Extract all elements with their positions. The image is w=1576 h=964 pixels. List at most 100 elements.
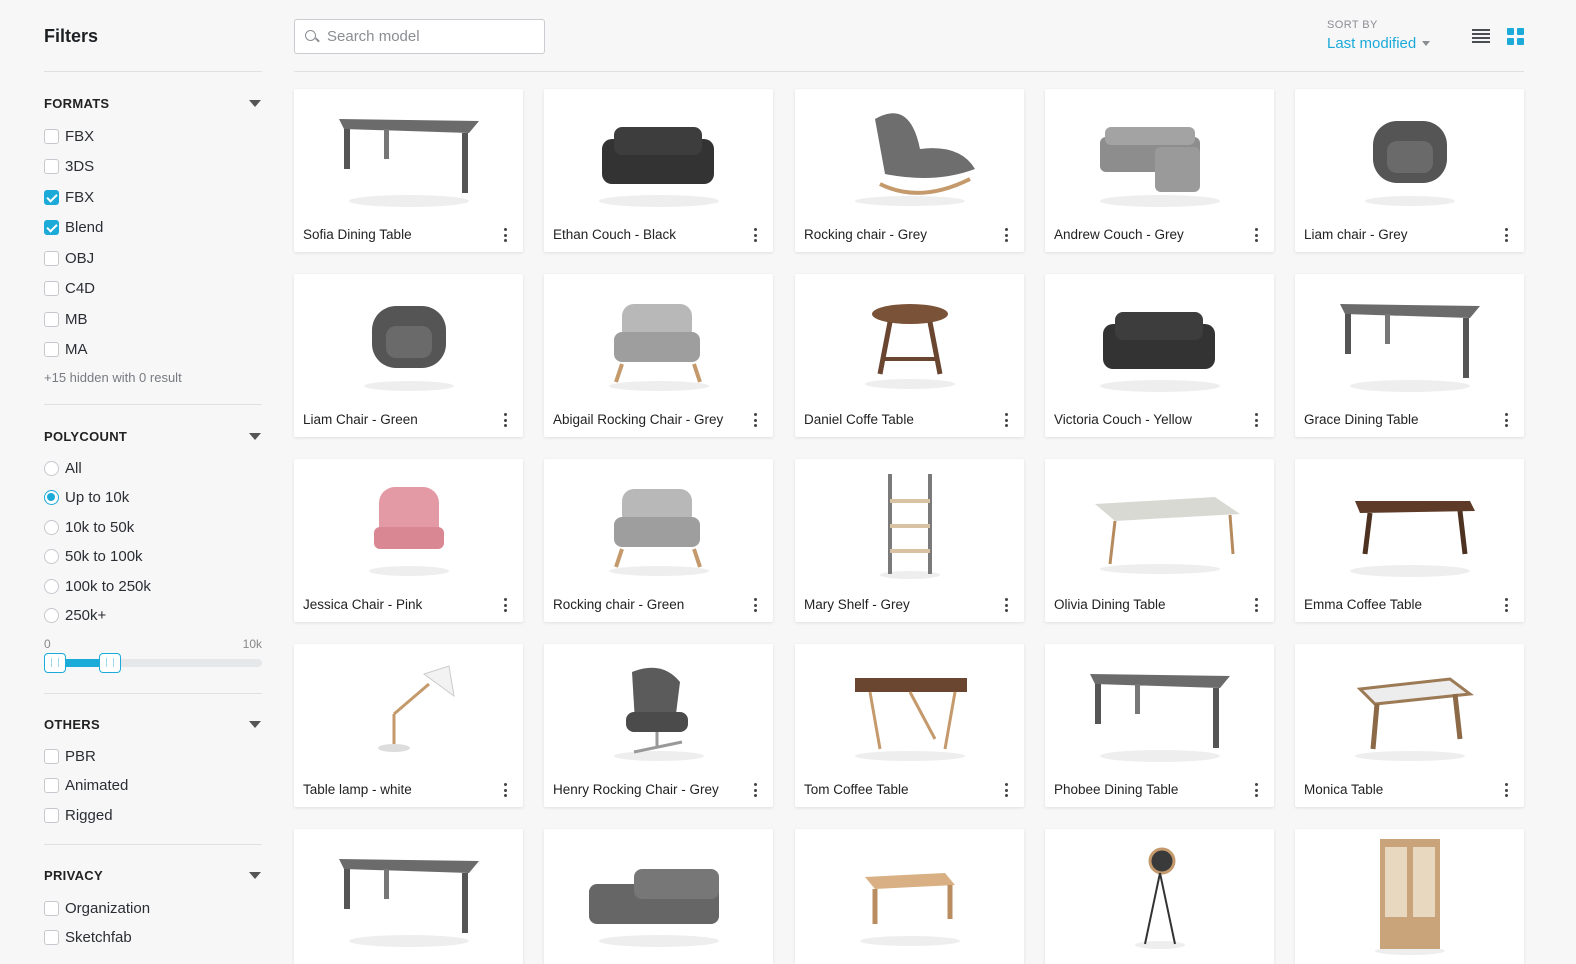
checkbox-option[interactable]: C4D — [44, 279, 95, 299]
model-card[interactable]: Emma Coffee Table — [1295, 459, 1524, 622]
model-name[interactable]: Jessica Chair - Pink — [303, 597, 422, 612]
model-card[interactable] — [294, 829, 523, 964]
caret-down-icon[interactable] — [249, 872, 261, 879]
checkbox-option[interactable]: Blend — [44, 218, 103, 238]
radio-button[interactable] — [44, 578, 59, 594]
model-name[interactable]: Monica Table — [1304, 782, 1383, 797]
checkbox-option[interactable]: Animated — [44, 776, 128, 796]
more-options-icon[interactable] — [1250, 227, 1262, 243]
checkbox[interactable] — [44, 748, 59, 764]
more-options-icon[interactable] — [749, 597, 761, 613]
search-box[interactable] — [294, 19, 545, 54]
model-card[interactable]: Rocking chair - Grey — [795, 89, 1024, 252]
checkbox[interactable] — [44, 900, 59, 916]
model-name[interactable]: Andrew Couch - Grey — [1054, 227, 1184, 242]
model-card[interactable]: Grace Dining Table — [1295, 274, 1524, 437]
checkbox-option[interactable]: Rigged — [44, 805, 113, 825]
grid-view-icon[interactable] — [1507, 28, 1524, 45]
checkbox[interactable] — [44, 250, 59, 266]
radio-option[interactable]: All — [44, 458, 82, 478]
model-card[interactable]: Liam Chair - Green — [294, 274, 523, 437]
model-card[interactable]: Victoria Couch - Yellow — [1045, 274, 1274, 437]
checkbox-option[interactable]: FBX — [44, 126, 94, 146]
checkbox-option[interactable]: 3DS — [44, 157, 94, 177]
radio-button[interactable] — [44, 460, 59, 476]
slider-min-handle[interactable] — [44, 653, 66, 673]
caret-down-icon[interactable] — [249, 100, 261, 107]
model-card[interactable]: Table lamp - white — [294, 644, 523, 807]
more-options-icon[interactable] — [499, 597, 511, 613]
model-card[interactable]: Liam chair - Grey — [1295, 89, 1524, 252]
search-input[interactable] — [327, 28, 527, 45]
model-card[interactable]: Sofia Dining Table — [294, 89, 523, 252]
more-options-icon[interactable] — [1000, 597, 1012, 613]
checkbox[interactable] — [44, 311, 59, 327]
others-section-header[interactable]: OTHERS — [44, 717, 262, 733]
more-options-icon[interactable] — [499, 227, 511, 243]
model-name[interactable]: Phobee Dining Table — [1054, 782, 1178, 797]
model-name[interactable]: Liam Chair - Green — [303, 412, 418, 427]
polycount-section-header[interactable]: POLYCOUNT — [44, 429, 262, 445]
model-card[interactable]: Henry Rocking Chair - Grey — [544, 644, 773, 807]
checkbox-option[interactable]: Organization — [44, 898, 150, 918]
model-name[interactable]: Sofia Dining Table — [303, 227, 412, 242]
model-name[interactable]: Olivia Dining Table — [1054, 597, 1166, 612]
more-options-icon[interactable] — [1250, 597, 1262, 613]
more-options-icon[interactable] — [1500, 227, 1512, 243]
radio-button[interactable] — [44, 490, 59, 505]
model-name[interactable]: Emma Coffee Table — [1304, 597, 1422, 612]
model-name[interactable]: Grace Dining Table — [1304, 412, 1419, 427]
more-options-icon[interactable] — [499, 782, 511, 798]
checkbox[interactable] — [44, 189, 59, 205]
model-name[interactable]: Rocking chair - Grey — [804, 227, 927, 242]
checkbox-option[interactable]: Sketchfab — [44, 928, 132, 948]
model-card[interactable] — [795, 829, 1024, 964]
slider-max-handle[interactable] — [99, 653, 121, 673]
model-card[interactable] — [1295, 829, 1524, 964]
radio-option[interactable]: 10k to 50k — [44, 517, 134, 537]
radio-option[interactable]: 100k to 250k — [44, 576, 151, 596]
hidden-formats-note[interactable]: +15 hidden with 0 result — [44, 370, 182, 385]
more-options-icon[interactable] — [749, 782, 761, 798]
model-name[interactable]: Ethan Couch - Black — [553, 227, 676, 242]
privacy-section-header[interactable]: PRIVACY — [44, 868, 262, 884]
more-options-icon[interactable] — [499, 412, 511, 428]
more-options-icon[interactable] — [1500, 597, 1512, 613]
more-options-icon[interactable] — [1000, 782, 1012, 798]
checkbox-option[interactable]: MB — [44, 309, 88, 329]
caret-down-icon[interactable] — [249, 721, 261, 728]
more-options-icon[interactable] — [1500, 782, 1512, 798]
radio-button[interactable] — [44, 608, 59, 623]
radio-option[interactable]: Up to 10k — [44, 488, 129, 508]
model-name[interactable]: Victoria Couch - Yellow — [1054, 412, 1192, 427]
checkbox[interactable] — [44, 342, 59, 357]
checkbox-option[interactable]: FBX — [44, 187, 94, 207]
model-card[interactable]: Monica Table — [1295, 644, 1524, 807]
more-options-icon[interactable] — [1250, 412, 1262, 428]
model-name[interactable]: Rocking chair - Green — [553, 597, 684, 612]
model-name[interactable]: Abigail Rocking Chair - Grey — [553, 412, 723, 427]
more-options-icon[interactable] — [1000, 412, 1012, 428]
model-name[interactable]: Table lamp - white — [303, 782, 412, 797]
checkbox-option[interactable]: MA — [44, 340, 88, 360]
formats-section-header[interactable]: FORMATS — [44, 96, 262, 112]
more-options-icon[interactable] — [749, 412, 761, 428]
checkbox[interactable] — [44, 159, 59, 174]
model-card[interactable]: Daniel Coffe Table — [795, 274, 1024, 437]
model-card[interactable]: Phobee Dining Table — [1045, 644, 1274, 807]
checkbox[interactable] — [44, 128, 59, 144]
radio-button[interactable] — [44, 519, 59, 535]
checkbox[interactable] — [44, 807, 59, 823]
model-name[interactable]: Tom Coffee Table — [804, 782, 909, 797]
model-card[interactable]: Andrew Couch - Grey — [1045, 89, 1274, 252]
caret-down-icon[interactable] — [249, 433, 261, 440]
model-card[interactable]: Rocking chair - Green — [544, 459, 773, 622]
radio-option[interactable]: 250k+ — [44, 606, 106, 626]
more-options-icon[interactable] — [749, 227, 761, 243]
model-card[interactable]: Ethan Couch - Black — [544, 89, 773, 252]
checkbox[interactable] — [44, 281, 59, 296]
checkbox[interactable] — [44, 930, 59, 945]
checkbox-option[interactable]: PBR — [44, 746, 96, 766]
radio-option[interactable]: 50k to 100k — [44, 547, 143, 567]
model-card[interactable]: Abigail Rocking Chair - Grey — [544, 274, 773, 437]
